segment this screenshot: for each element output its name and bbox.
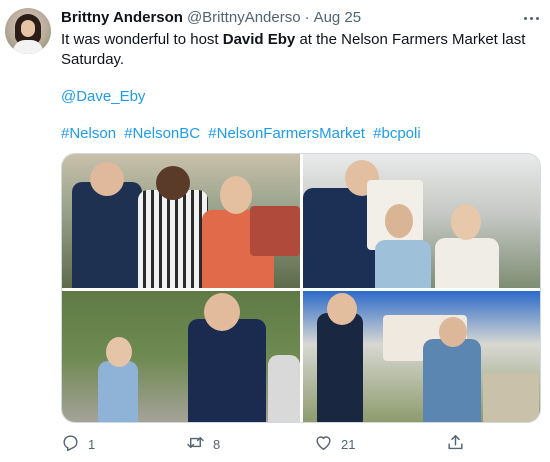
avatar-shirt bbox=[13, 40, 43, 54]
retweet-count: 8 bbox=[213, 436, 221, 452]
heart-icon bbox=[314, 433, 333, 455]
separator-dot: · bbox=[304, 9, 310, 26]
like-count: 21 bbox=[341, 436, 356, 452]
tweet-text: It was wonderful to host David Eby at th… bbox=[61, 30, 531, 70]
hashtag-link[interactable]: #NelsonFarmersMarket bbox=[208, 125, 365, 142]
like-button[interactable]: 21 bbox=[314, 432, 355, 456]
photo-2[interactable] bbox=[303, 154, 540, 288]
reply-icon bbox=[61, 433, 80, 455]
avatar-face bbox=[21, 20, 35, 37]
more-icon[interactable] bbox=[520, 8, 542, 28]
tweet-header: Brittny Anderson @BrittnyAnderso · Aug 2… bbox=[61, 9, 361, 29]
tweet[interactable]: Brittny Anderson @BrittnyAnderso · Aug 2… bbox=[0, 0, 550, 462]
reply-button[interactable]: 1 bbox=[61, 432, 95, 456]
hashtag-link[interactable]: #bcpoli bbox=[373, 125, 421, 142]
retweet-button[interactable]: 8 bbox=[186, 432, 220, 456]
author-handle[interactable]: @BrittnyAnderso bbox=[187, 9, 301, 26]
photo-4[interactable] bbox=[303, 291, 540, 422]
photo-3[interactable] bbox=[62, 291, 300, 422]
action-bar: 1 8 21 bbox=[61, 432, 541, 456]
hashtag-list: #Nelson #NelsonBC #NelsonFarmersMarket #… bbox=[61, 124, 425, 144]
share-icon bbox=[446, 433, 465, 455]
tweet-date[interactable]: Aug 25 bbox=[314, 9, 362, 26]
retweet-icon bbox=[186, 433, 205, 455]
share-button[interactable] bbox=[446, 432, 465, 456]
mention-link[interactable]: @Dave_Eby bbox=[61, 87, 145, 107]
hashtag-link[interactable]: #Nelson bbox=[61, 125, 116, 142]
author-name[interactable]: Brittny Anderson bbox=[61, 9, 183, 26]
tweet-text-bold: David Eby bbox=[222, 31, 296, 48]
avatar[interactable] bbox=[5, 8, 51, 54]
photo-1[interactable] bbox=[62, 154, 300, 288]
hashtag-link[interactable]: #NelsonBC bbox=[124, 125, 200, 142]
media-grid bbox=[61, 153, 541, 423]
reply-count: 1 bbox=[88, 436, 96, 452]
tweet-text-before: It was wonderful to host bbox=[61, 31, 223, 48]
